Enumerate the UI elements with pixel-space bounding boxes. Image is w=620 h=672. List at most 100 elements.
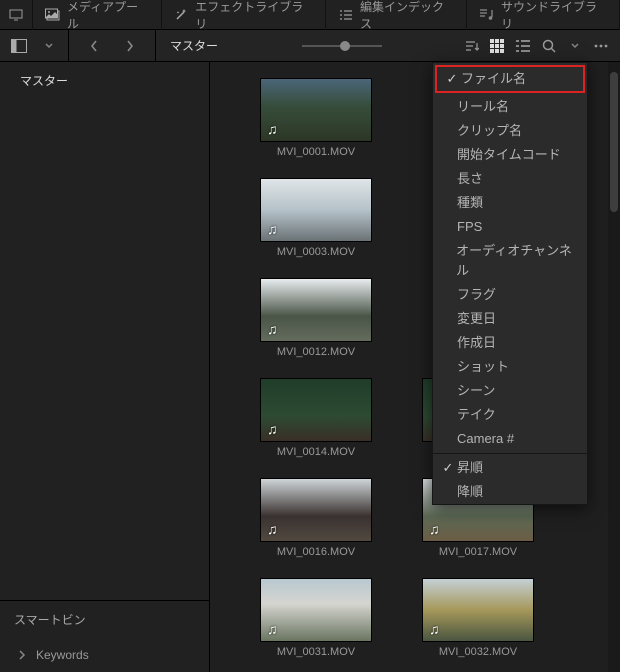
scrollbar[interactable] <box>608 62 620 672</box>
more-icon[interactable] <box>588 33 614 59</box>
nav-back-icon[interactable] <box>81 33 107 59</box>
clip-label: MVI_0017.MOV <box>422 546 534 558</box>
media-pool-label: メディアプール <box>67 0 149 32</box>
nav-forward-icon[interactable] <box>117 33 143 59</box>
sort-option-label: オーディオチャンネル <box>456 241 579 281</box>
sort-option[interactable]: 長さ <box>433 167 587 191</box>
effects-lib-tab[interactable]: エフェクトライブラリ <box>162 0 327 30</box>
audio-icon: ♫ <box>267 621 278 637</box>
slider-knob[interactable] <box>340 41 350 51</box>
sort-option[interactable]: リール名 <box>433 95 587 119</box>
list-view-icon[interactable] <box>510 33 536 59</box>
audio-icon: ♫ <box>267 121 278 137</box>
clip-item[interactable]: ♫ MVI_0031.MOV <box>260 578 372 658</box>
sound-lib-tab[interactable]: サウンドライブラリ <box>467 0 620 30</box>
sort-option-label: 開始タイムコード <box>457 145 561 165</box>
clip-label: MVI_0001.MOV <box>260 146 372 158</box>
bin-master[interactable]: マスター <box>0 62 209 99</box>
sort-option[interactable]: FPS <box>433 215 587 239</box>
sort-option[interactable]: 開始タイムコード <box>433 143 587 167</box>
sort-order-asc[interactable]: ✓ 昇順 <box>433 456 587 480</box>
sort-option-label: フラグ <box>457 285 496 305</box>
check-icon: ✓ <box>439 458 457 478</box>
clip-item[interactable]: ♫ MVI_0003.MOV <box>260 178 372 258</box>
chevron-right-icon <box>18 650 26 660</box>
sort-order-desc[interactable]: 降順 <box>433 480 587 504</box>
clip-thumbnail[interactable]: ♫ <box>260 478 372 542</box>
clip-thumbnail[interactable]: ♫ <box>260 378 372 442</box>
clip-item[interactable]: ♫ MVI_0012.MOV <box>260 278 372 358</box>
sort-option[interactable]: オーディオチャンネル <box>433 239 587 283</box>
clip-item[interactable]: ♫ MVI_0001.MOV <box>260 78 372 158</box>
search-dropdown-icon[interactable] <box>562 33 588 59</box>
sort-option[interactable]: 作成日 <box>433 331 587 355</box>
sort-option-label: ショット <box>457 357 509 377</box>
top-tabs: メディアプール エフェクトライブラリ 編集インデックス サウンドライブラリ <box>0 0 620 30</box>
clip-item[interactable]: ♫ MVI_0032.MOV <box>422 578 534 658</box>
smartbin-keywords[interactable]: Keywords <box>0 638 209 672</box>
sort-option[interactable]: シーン <box>433 379 587 403</box>
sort-option-label: リール名 <box>457 97 509 117</box>
music-list-icon <box>479 8 495 22</box>
sort-option[interactable]: クリップ名 <box>433 119 587 143</box>
edit-index-tab[interactable]: 編集インデックス <box>326 0 467 30</box>
sort-option[interactable]: フラグ <box>433 283 587 307</box>
audio-icon: ♫ <box>267 321 278 337</box>
sort-option-label: ファイル名 <box>461 69 526 89</box>
clip-thumbnail[interactable]: ♫ <box>260 78 372 142</box>
media-pool-tab[interactable]: メディアプール <box>33 0 162 30</box>
clip-label: MVI_0012.MOV <box>260 346 372 358</box>
audio-icon: ♫ <box>267 421 278 437</box>
audio-icon: ♫ <box>429 621 440 637</box>
sidebar: マスター スマートビン Keywords <box>0 62 210 672</box>
clip-item[interactable]: ♫MVI_0014.MOV <box>260 378 372 458</box>
clip-thumbnail[interactable]: ♫ <box>422 578 534 642</box>
sort-option-label: 変更日 <box>457 309 496 329</box>
clip-thumbnail[interactable]: ♫ <box>260 178 372 242</box>
scrollbar-thumb[interactable] <box>610 72 618 212</box>
monitor-icon <box>8 8 24 22</box>
audio-icon: ♫ <box>429 521 440 537</box>
thumbnail-size-slider[interactable] <box>302 45 382 47</box>
sort-option-label: FPS <box>457 217 482 237</box>
grid-view-icon[interactable] <box>484 33 510 59</box>
sort-option-label: クリップ名 <box>457 121 522 141</box>
clip-thumbnail[interactable]: ♫ <box>260 578 372 642</box>
list-icon <box>338 8 354 22</box>
toolbar: マスター <box>0 30 620 62</box>
search-icon[interactable] <box>536 33 562 59</box>
monitor-icon-tab[interactable] <box>0 0 33 30</box>
check-icon: ✓ <box>443 69 461 89</box>
edit-index-label: 編集インデックス <box>360 0 454 32</box>
sort-option-filename[interactable]: ✓ ファイル名 <box>437 67 583 91</box>
effects-lib-label: エフェクトライブラリ <box>195 0 313 32</box>
smartbin-header: スマートビン <box>0 600 209 638</box>
sidebar-layout-icon[interactable] <box>6 33 32 59</box>
sort-option[interactable]: Camera # <box>433 427 587 451</box>
sort-option[interactable]: ショット <box>433 355 587 379</box>
menu-separator <box>433 453 587 454</box>
sort-menu: ✓ ファイル名 リール名クリップ名開始タイムコード長さ種類 FPS オーディオチャン… <box>432 62 588 505</box>
image-stack-icon <box>45 8 61 22</box>
breadcrumb-title: マスター <box>156 37 232 54</box>
clip-thumbnail[interactable]: ♫ <box>260 278 372 342</box>
clip-label: MVI_0032.MOV <box>422 646 534 658</box>
clip-label: MVI_0003.MOV <box>260 246 372 258</box>
clip-item[interactable]: ♫MVI_0016.MOV <box>260 478 372 558</box>
sort-option[interactable]: 種類 <box>433 191 587 215</box>
sort-option[interactable]: 変更日 <box>433 307 587 331</box>
wand-icon <box>174 8 190 22</box>
sort-option-label: 種類 <box>457 193 483 213</box>
audio-icon: ♫ <box>267 221 278 237</box>
keywords-label: Keywords <box>36 648 89 662</box>
clip-label: MVI_0031.MOV <box>260 646 372 658</box>
sort-option[interactable]: テイク <box>433 403 587 427</box>
sound-lib-label: サウンドライブラリ <box>501 0 607 32</box>
sort-order-desc-label: 降順 <box>457 482 483 502</box>
layout-dropdown-icon[interactable] <box>36 33 62 59</box>
sort-option-label: Camera # <box>457 429 514 449</box>
sort-option-label: シーン <box>457 381 495 401</box>
sort-order-asc-label: 昇順 <box>457 458 483 478</box>
sort-icon[interactable] <box>458 33 484 59</box>
audio-icon: ♫ <box>267 521 278 537</box>
